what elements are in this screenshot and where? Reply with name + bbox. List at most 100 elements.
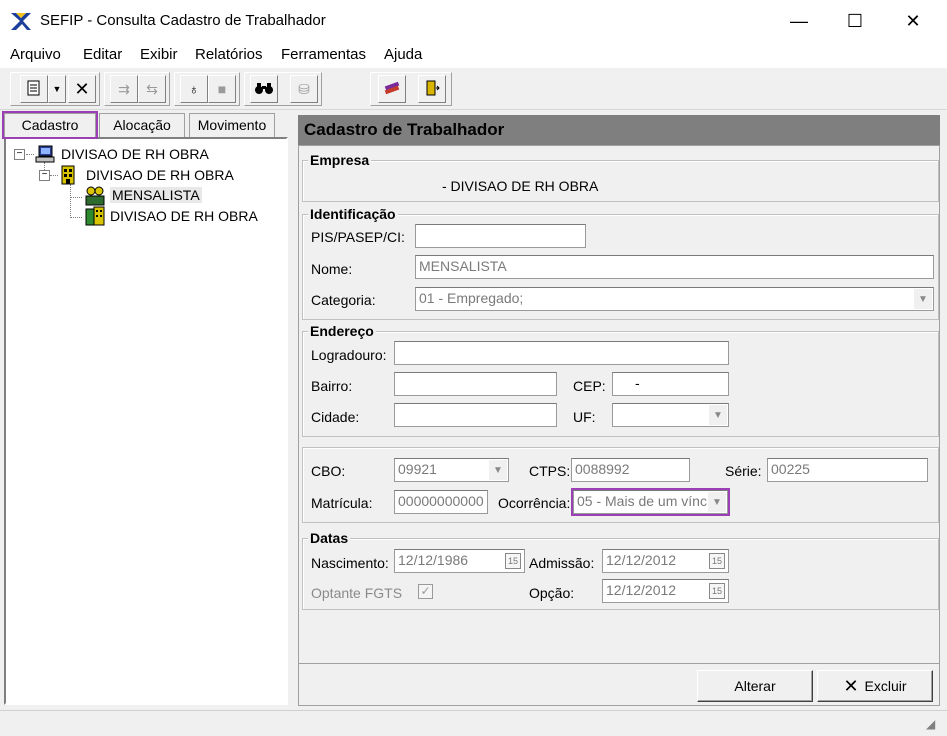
cidade-label: Cidade:: [311, 409, 360, 425]
matricula-input[interactable]: 00000000000: [394, 490, 488, 514]
transfer-button[interactable]: ⇆: [138, 75, 166, 103]
document-icon: [27, 80, 41, 99]
tree-connector: [26, 154, 34, 155]
stop-button[interactable]: ■: [208, 75, 236, 103]
ctps-input[interactable]: 0088992: [571, 458, 690, 482]
nascimento-date-input[interactable]: 12/12/1986 15: [394, 549, 525, 573]
minimize-icon: —: [790, 10, 808, 31]
tree-collapse-child[interactable]: −: [39, 170, 50, 181]
categoria-label: Categoria:: [311, 292, 376, 308]
maximize-button[interactable]: ☐: [827, 0, 883, 42]
categoria-value: 01 - Empregado;: [419, 290, 524, 306]
move-button[interactable]: ⇉: [110, 75, 138, 103]
cbo-value: 09921: [398, 461, 437, 477]
alterar-button[interactable]: Alterar: [697, 670, 813, 702]
admissao-label: Admissão:: [529, 555, 595, 571]
tree-connector: [70, 197, 82, 198]
close-x-icon: ✕: [74, 78, 90, 99]
chevron-down-icon[interactable]: ▼: [709, 405, 727, 425]
opcao-value: 12/12/2012: [606, 582, 677, 598]
logradouro-label: Logradouro:: [311, 347, 387, 363]
cep-label: CEP:: [573, 378, 606, 394]
nascimento-value: 12/12/1986: [398, 552, 469, 568]
bairro-label: Bairro:: [311, 378, 353, 394]
delete-button[interactable]: ✕: [68, 75, 96, 103]
tree-leaf-mensalista[interactable]: MENSALISTA: [110, 187, 202, 203]
chevron-down-icon[interactable]: ▼: [708, 492, 726, 512]
admissao-date-input[interactable]: 12/12/2012 15: [602, 549, 729, 573]
matricula-label: Matrícula:: [311, 495, 373, 511]
bairro-input[interactable]: [394, 372, 557, 396]
computer-icon: [35, 145, 55, 166]
tab-alocacao[interactable]: Alocação: [99, 113, 185, 137]
building-green-icon: [84, 206, 106, 229]
calendar-icon[interactable]: 15: [709, 583, 725, 599]
tree-leaf-divisao[interactable]: DIVISAO DE RH OBRA: [110, 208, 258, 224]
ocorrencia-select[interactable]: 05 - Mais de um vínc ▼: [571, 488, 730, 516]
menu-ferramentas[interactable]: Ferramentas: [281, 46, 366, 63]
chevron-down-icon[interactable]: ▼: [489, 460, 507, 480]
chevron-down-icon[interactable]: ▼: [914, 289, 932, 309]
opcao-date-input[interactable]: 12/12/2012 15: [602, 579, 729, 603]
excluir-label: Excluir: [864, 678, 907, 694]
pis-label: PIS/PASEP/CI:: [311, 229, 405, 245]
resize-grip-icon[interactable]: ◢: [926, 717, 935, 731]
cbo-select[interactable]: 09921 ▼: [394, 458, 509, 482]
tree-root-label[interactable]: DIVISAO DE RH OBRA: [61, 146, 209, 162]
building-icon: [58, 165, 78, 188]
nome-input[interactable]: MENSALISTA: [415, 255, 934, 279]
cep-input[interactable]: -: [612, 372, 729, 396]
serie-input[interactable]: 00225: [767, 458, 928, 482]
group-identificacao-title: Identificação: [308, 206, 398, 222]
tab-cadastro[interactable]: Cadastro: [2, 111, 98, 139]
alterar-label: Alterar: [734, 678, 776, 694]
stop-icon: ■: [217, 81, 227, 97]
tab-movimento[interactable]: Movimento: [189, 113, 275, 137]
find-button[interactable]: [250, 75, 278, 103]
transfer-icon: ⇆: [146, 80, 158, 97]
checkmark-icon: ✓: [420, 584, 431, 598]
tree-connector: [50, 175, 58, 176]
menu-exibir[interactable]: Exibir: [140, 46, 178, 63]
uf-select[interactable]: ▼: [612, 403, 729, 427]
tree-collapse-root[interactable]: −: [14, 149, 25, 160]
uf-label: UF:: [573, 409, 596, 425]
exit-button[interactable]: [418, 75, 446, 103]
group-empresa: [302, 160, 939, 202]
binoculars-icon: [254, 81, 274, 98]
admissao-value: 12/12/2012: [606, 552, 677, 568]
minimize-button[interactable]: —: [771, 0, 827, 42]
database-icon: ⛁: [298, 80, 310, 97]
optante-fgts-checkbox[interactable]: ✓: [418, 584, 433, 599]
serie-label: Série:: [725, 463, 762, 479]
categoria-select[interactable]: 01 - Empregado; ▼: [415, 287, 934, 311]
window-title: SEFIP - Consulta Cadastro de Trabalhador: [40, 12, 326, 29]
cidade-input[interactable]: [394, 403, 557, 427]
sort-icon: ♁: [188, 81, 200, 97]
ocorrencia-label: Ocorrência:: [498, 495, 571, 511]
excluir-button[interactable]: ✕ Excluir: [817, 670, 933, 702]
menu-relatorios[interactable]: Relatórios: [195, 46, 263, 63]
ocorrencia-value: 05 - Mais de um vínc: [577, 493, 707, 509]
menu-ajuda[interactable]: Ajuda: [384, 46, 422, 63]
tree-child-label[interactable]: DIVISAO DE RH OBRA: [86, 167, 234, 183]
menu-arquivo[interactable]: Arquivo: [10, 46, 61, 63]
calendar-icon[interactable]: 15: [709, 553, 725, 569]
pis-input[interactable]: [415, 224, 586, 248]
close-window-button[interactable]: ✕: [885, 0, 941, 42]
sort-button[interactable]: ♁: [180, 75, 208, 103]
ctps-label: CTPS:: [529, 463, 571, 479]
books-button[interactable]: [378, 75, 406, 103]
optante-fgts-label: Optante FGTS: [311, 585, 403, 601]
database-button[interactable]: ⛁: [290, 75, 318, 103]
new-document-button[interactable]: [20, 75, 48, 103]
group-empresa-title: Empresa: [308, 152, 372, 168]
menu-editar[interactable]: Editar: [83, 46, 122, 63]
new-dropdown-button[interactable]: ▼: [48, 75, 66, 103]
tree-connector: [70, 184, 71, 218]
calendar-icon[interactable]: 15: [505, 553, 521, 569]
close-x-icon: ✕: [843, 675, 859, 696]
logradouro-input[interactable]: [394, 341, 729, 365]
exit-door-icon: [424, 79, 440, 100]
group-datas-title: Datas: [308, 530, 351, 546]
